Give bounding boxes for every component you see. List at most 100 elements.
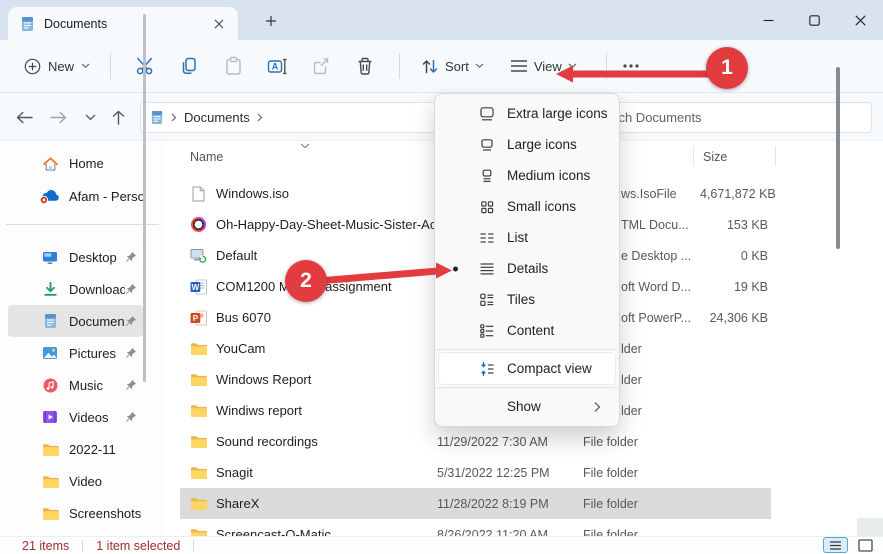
file-row-sharex[interactable]: ShareX11/28/2022 8:19 PMFile folder [180,488,771,519]
file-icon [189,186,207,202]
copy-button[interactable] [167,47,211,85]
maximize-button[interactable] [791,0,837,40]
view-menu-item-list[interactable]: List [439,222,615,253]
tab-close-icon[interactable] [208,13,230,35]
type-cell: File folder [583,466,700,480]
folder-icon [189,372,207,387]
minimize-button[interactable] [745,0,791,40]
folder-icon [189,403,207,418]
view-menu-item-tiles[interactable]: Tiles [439,284,615,315]
window-controls [745,0,883,40]
large-icons-icon [479,137,495,153]
menu-item-label: Large icons [507,137,577,152]
sidebar-item-pictures[interactable]: Pictures [8,337,143,369]
name-sort-chevron-icon[interactable] [300,143,310,149]
selected-bullet [453,266,458,271]
file-name-cell: Sound recordings [180,434,437,449]
up-button[interactable] [104,103,132,131]
file-name-cell: ShareX [180,496,437,511]
sidebar-item-label: Downloads [69,282,125,297]
type-cell: File folder [583,497,700,511]
pin-icon [125,315,137,327]
sidebar-item-label: Music [69,378,125,393]
details-view-toggle[interactable] [823,537,848,553]
forward-button[interactable] [44,103,72,131]
new-tab-button[interactable] [258,10,284,32]
file-row-screencast-o-matic[interactable]: Screencast-O-Matic8/26/2022 11:20 AMFile… [180,519,771,536]
column-separator[interactable] [693,146,694,166]
back-button[interactable] [10,103,38,131]
new-button[interactable]: New [16,52,98,81]
delete-button[interactable] [343,47,387,85]
file-row-sound-recordings[interactable]: Sound recordings11/29/2022 7:30 AMFile f… [180,426,771,457]
sidebar-scrollbar[interactable] [143,14,146,382]
column-separator[interactable] [775,146,776,166]
small-icons-icon [479,199,495,215]
sidebar-item-screenshots[interactable]: Screenshots [8,497,143,529]
sidebar-item-2022-11[interactable]: 2022-11 [8,433,143,465]
share-button[interactable] [299,47,343,85]
type-cell: File folder [583,435,700,449]
breadcrumb-documents[interactable]: Documents [184,110,250,125]
sidebar-item-downloads[interactable]: Downloads [8,273,143,305]
search-input[interactable] [580,102,872,133]
sidebar-item-desktop[interactable]: Desktop [8,241,143,273]
videos-icon [38,410,62,424]
close-button[interactable] [837,0,883,40]
sort-button[interactable]: Sort [412,52,493,81]
tab-title: Documents [44,17,199,31]
sidebar-item-music[interactable]: Music [8,369,143,401]
sidebar-item-label: Desktop [69,250,125,265]
file-name-cell: Oh-Happy-Day-Sheet-Music-Sister-Act-(... [180,217,437,232]
scrollbar-corner [857,518,883,536]
sidebar-item-documents[interactable]: Documents [8,305,143,337]
sidebar-divider [6,224,159,225]
status-separator [82,540,83,552]
menu-item-label: Details [507,261,548,276]
date-modified-cell: 11/29/2022 7:30 AM [437,435,583,449]
file-name-cell: Windows.iso [180,186,437,202]
step-2-badge: 2 [285,260,327,302]
menu-item-label: Small icons [507,199,576,214]
sidebar-item-afam-personal[interactable]: Afam - Personal [8,180,143,213]
opera-icon [189,217,207,232]
file-name-cell: Windiws report [180,403,437,418]
sidebar-item-label: Home [69,156,143,171]
sidebar: Home Afam - Personal Desktop Downloads Docum… [0,141,165,536]
medium-icons-icon [479,168,495,184]
title-bar: Documents [0,0,883,40]
word-icon: W [189,279,207,295]
view-menu-item-small-icons[interactable]: Small icons [439,191,615,222]
large-icons-view-toggle[interactable] [855,537,875,553]
view-menu-item-details[interactable]: Details [439,253,615,284]
file-list-scrollbar[interactable] [836,67,840,249]
type-cell: File folder [583,528,700,537]
view-button[interactable]: View [501,53,586,80]
rename-button[interactable]: A [255,47,299,85]
view-menu-item-large-icons[interactable]: Large icons [439,129,615,160]
sidebar-item-label: 2022-11 [69,442,143,457]
music-icon [38,378,62,393]
view-menu-item-extra-large-icons[interactable]: Extra large icons [439,98,615,129]
desktop-icon [38,250,62,265]
column-header-name[interactable]: Name [190,150,223,164]
documents-tab-icon [20,16,35,32]
sidebar-item-home[interactable]: Home [8,147,143,180]
pin-icon [125,251,137,263]
tab-documents[interactable]: Documents [8,7,238,40]
column-header-size[interactable]: Size [703,150,727,164]
view-toggles [823,537,875,553]
view-menu-item-content[interactable]: Content [439,315,615,346]
file-row-snagit[interactable]: Snagit5/31/2022 12:25 PMFile folder [180,457,771,488]
file-name-cell: Snagit [180,465,437,480]
paste-button[interactable] [211,47,255,85]
view-menu-item-show[interactable]: Show [439,391,615,422]
powerpoint-icon: P [189,310,207,326]
recent-locations-button[interactable] [76,103,104,131]
see-more-button[interactable] [619,64,643,68]
pictures-icon [38,346,62,360]
sidebar-item-videos[interactable]: Videos [8,401,143,433]
view-menu-item-medium-icons[interactable]: Medium icons [439,160,615,191]
sidebar-item-video[interactable]: Video [8,465,143,497]
view-menu-item-compact-view[interactable]: Compact view [439,353,615,384]
